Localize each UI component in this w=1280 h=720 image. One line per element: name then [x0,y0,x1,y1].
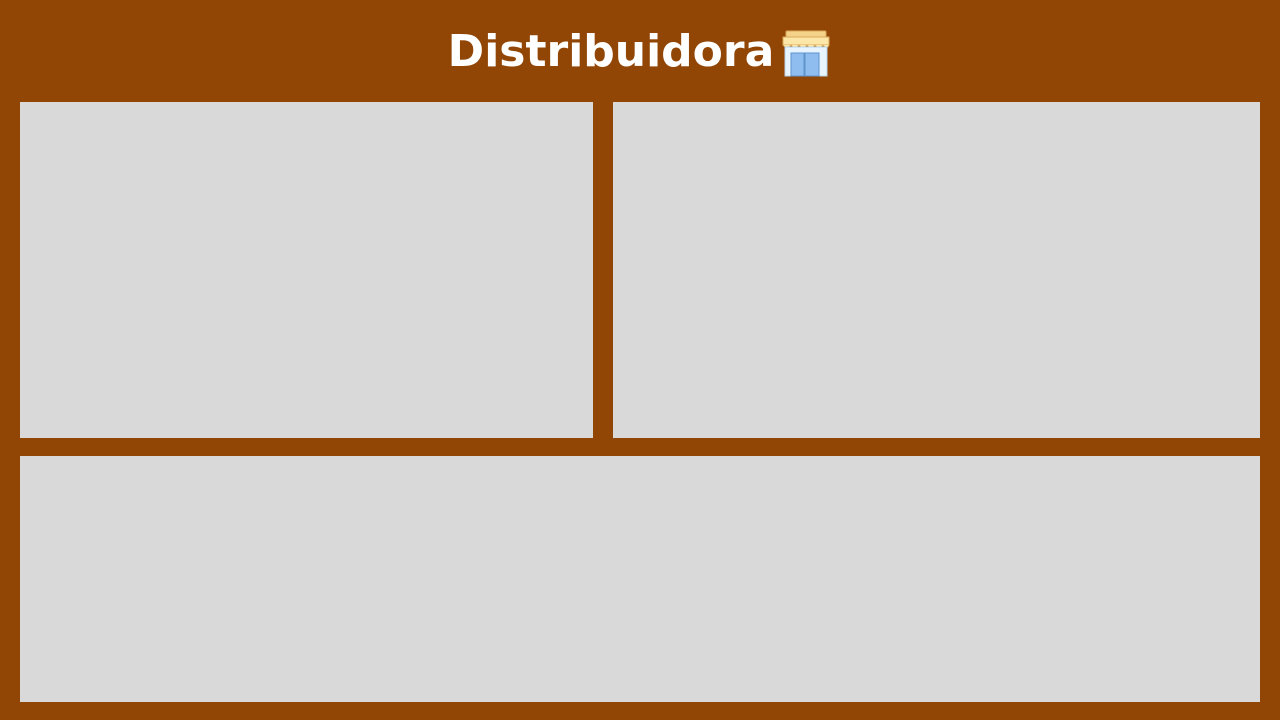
page-title: Distribuidora [447,26,775,77]
page-header: Distribuidora [0,22,1280,82]
convenience-store-icon [780,27,832,79]
panel-bottom [20,456,1260,702]
panel-top-left [20,102,593,438]
panel-top-right [613,102,1260,438]
